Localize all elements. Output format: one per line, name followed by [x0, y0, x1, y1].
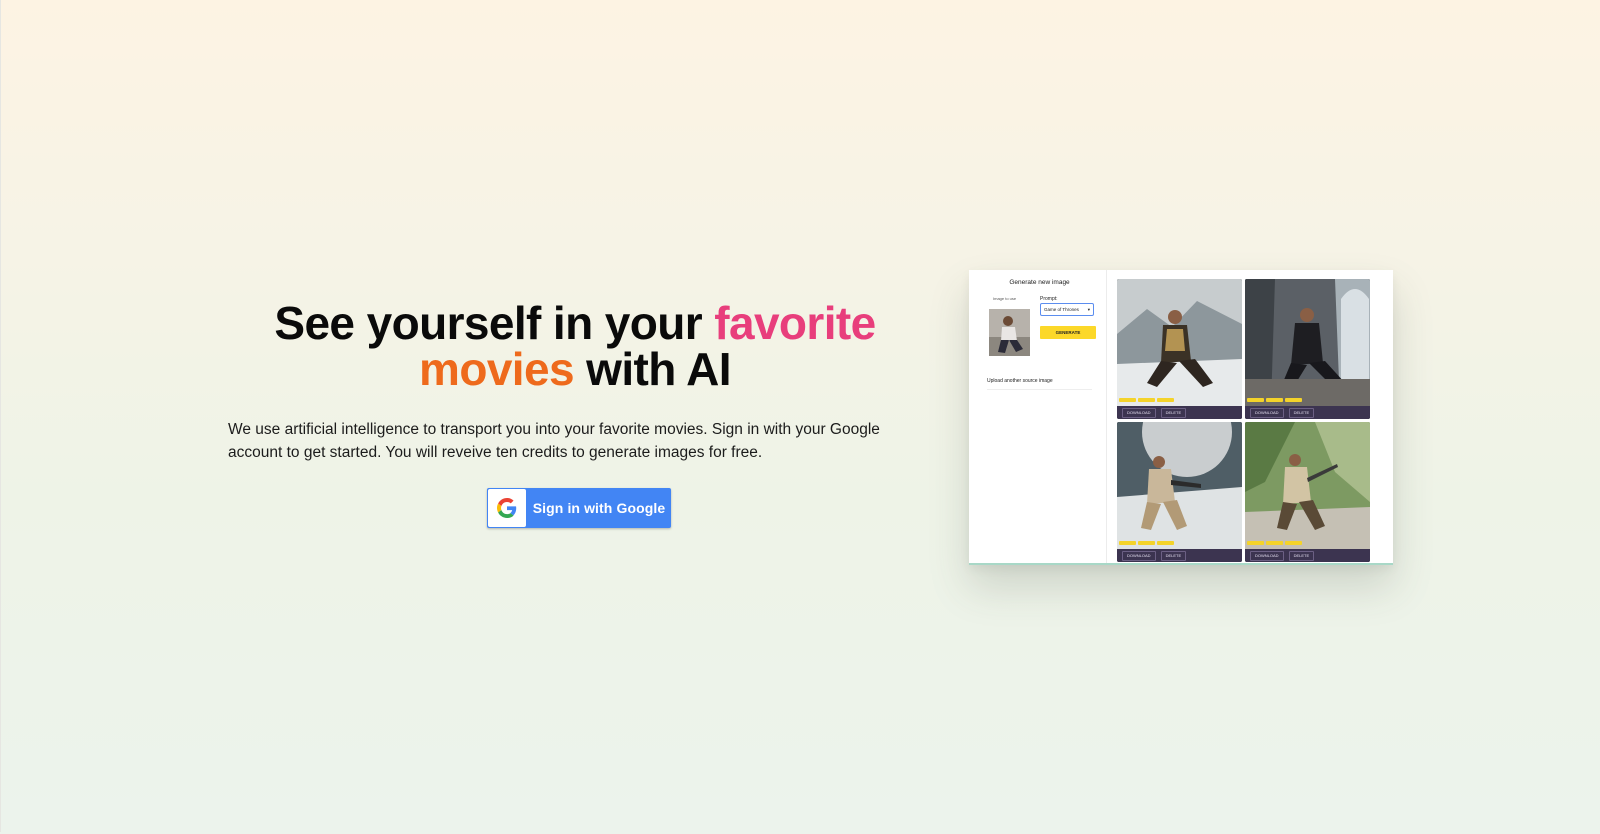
- delete-button[interactable]: DELETE: [1288, 407, 1315, 418]
- download-button[interactable]: DOWNLOAD: [1122, 550, 1156, 561]
- tag-list: [1119, 398, 1174, 402]
- generated-image-card: DOWNLOAD DELETE: [1245, 279, 1370, 419]
- tag-list: [1247, 541, 1302, 545]
- card-actions: DOWNLOAD DELETE: [1117, 406, 1242, 419]
- generated-image-card: DOWNLOAD DELETE: [1245, 422, 1370, 562]
- preview-title: Generate new image: [1009, 279, 1070, 286]
- tag-list: [1119, 541, 1174, 545]
- generated-image: [1117, 422, 1242, 549]
- generated-image: [1117, 279, 1242, 406]
- prompt-select[interactable]: Game of Thrones ▾: [1040, 303, 1094, 316]
- preview-sidebar: Generate new image Image to use Prompt: …: [973, 270, 1107, 563]
- generated-images-grid: DOWNLOAD DELETE DOWNLOAD DELETE DOWNLOAD…: [1117, 279, 1373, 563]
- delete-button[interactable]: DELETE: [1288, 550, 1315, 561]
- generated-image: [1245, 422, 1370, 549]
- generated-image-card: DOWNLOAD DELETE: [1117, 279, 1242, 419]
- sign-in-with-google-button[interactable]: Sign in with Google: [487, 488, 671, 528]
- image-to-use-label: Image to use: [993, 296, 1017, 301]
- hero-section: See yourself in your favorite movies with…: [228, 300, 922, 528]
- source-image-thumbnail: [989, 309, 1030, 356]
- delete-button[interactable]: DELETE: [1160, 407, 1187, 418]
- card-actions: DOWNLOAD DELETE: [1117, 549, 1242, 562]
- card-actions: DOWNLOAD DELETE: [1245, 406, 1370, 419]
- delete-button[interactable]: DELETE: [1160, 550, 1187, 561]
- download-button[interactable]: DOWNLOAD: [1250, 407, 1284, 418]
- generate-button[interactable]: GENERATE: [1040, 326, 1096, 339]
- download-button[interactable]: DOWNLOAD: [1250, 550, 1284, 561]
- prompt-label: Prompt:: [1040, 296, 1058, 302]
- tag-list: [1247, 398, 1302, 402]
- google-g-icon: [488, 489, 526, 527]
- download-button[interactable]: DOWNLOAD: [1122, 407, 1156, 418]
- card-actions: DOWNLOAD DELETE: [1245, 549, 1370, 562]
- page-headline: See yourself in your favorite movies with…: [228, 300, 922, 392]
- upload-source-image-link[interactable]: Upload another source image: [987, 378, 1053, 384]
- hero-description: We use artificial intelligence to transp…: [228, 421, 880, 461]
- divider: [987, 389, 1092, 390]
- headline-part1: See yourself in your: [274, 297, 715, 349]
- headline-highlight-movies: movies: [419, 343, 575, 395]
- generated-image-card: DOWNLOAD DELETE: [1117, 422, 1242, 562]
- prompt-select-value: Game of Thrones: [1044, 307, 1079, 312]
- sign-in-label: Sign in with Google: [532, 500, 666, 516]
- generated-image: [1245, 279, 1370, 406]
- chevron-down-icon: ▾: [1087, 306, 1090, 312]
- app-preview-screenshot: Generate new image Image to use Prompt: …: [969, 270, 1393, 565]
- headline-highlight-favorite: favorite: [714, 297, 876, 349]
- headline-part2: with AI: [573, 343, 731, 395]
